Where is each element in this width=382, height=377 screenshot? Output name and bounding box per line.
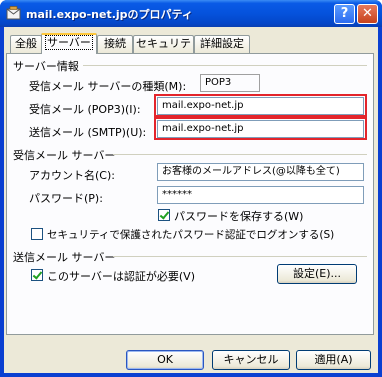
outgoing-server-label: 送信メール (SMTP)(U): [29, 126, 147, 139]
tab-security[interactable]: セキュリティ [133, 35, 194, 66]
password-input[interactable]: ****** [157, 186, 364, 204]
dialog-client-area: 全般 サーバー 接続 セキュリティ 詳細設定 サーバー情報 受信メール サーバー… [4, 27, 378, 373]
group-divider [113, 154, 367, 155]
outgoing-mail-heading: 送信メール サーバー [13, 251, 116, 264]
window-title: mail.expo-net.jpのプロパティ [26, 8, 193, 21]
account-name-input[interactable]: お客様のメールアドレス(@以降も全て) [157, 163, 364, 181]
tab-server-label: サーバー [45, 35, 93, 50]
incoming-server-label: 受信メール (POP3)(I): [29, 103, 141, 116]
incoming-server-input[interactable]: mail.expo-net.jp [157, 97, 364, 115]
server-type-label: 受信メール サーバーの種類(M): [29, 80, 187, 93]
cancel-button[interactable]: キャンセル [212, 350, 290, 370]
remember-password-checkbox[interactable] [158, 209, 170, 221]
tab-advanced[interactable]: 詳細設定 [194, 35, 250, 53]
remember-password-label[interactable]: パスワードを保存する(W) [174, 208, 303, 224]
ok-button[interactable]: OK [126, 350, 204, 370]
group-divider [83, 65, 367, 66]
server-info-heading: サーバー情報 [13, 60, 79, 73]
outgoing-server-input[interactable]: mail.expo-net.jp [157, 120, 364, 138]
title-bar[interactable]: mail.expo-net.jpのプロパティ ? ✕ [0, 0, 382, 27]
server-type-value: POP3 [200, 74, 260, 92]
password-label: パスワード(P): [29, 192, 103, 205]
apply-button[interactable]: 適用(A) [296, 350, 371, 370]
group-divider [113, 256, 367, 257]
spa-checkbox[interactable] [31, 228, 43, 240]
properties-dialog: mail.expo-net.jpのプロパティ ? ✕ 全般 サーバー 接続 セキ… [0, 0, 382, 377]
tab-server[interactable]: サーバー [41, 33, 97, 54]
server-tab-panel: サーバー情報 受信メール サーバーの種類(M): POP3 受信メール (POP… [6, 53, 374, 335]
smtp-auth-checkbox[interactable] [31, 269, 43, 281]
spa-label[interactable]: セキュリティで保護されたパスワード認証でログオンする(S) [47, 227, 334, 242]
tab-connection[interactable]: 接続 [97, 35, 133, 53]
account-name-label: アカウント名(C): [29, 169, 115, 182]
mail-account-icon [6, 6, 21, 20]
help-button[interactable]: ? [334, 4, 355, 24]
close-button[interactable]: ✕ [357, 4, 378, 24]
incoming-mail-heading: 受信メール サーバー [13, 149, 116, 162]
tab-general[interactable]: 全般 [10, 35, 42, 53]
smtp-auth-label[interactable]: このサーバーは認証が必要(V) [47, 268, 195, 284]
settings-button[interactable]: 設定(E)... [277, 264, 357, 284]
